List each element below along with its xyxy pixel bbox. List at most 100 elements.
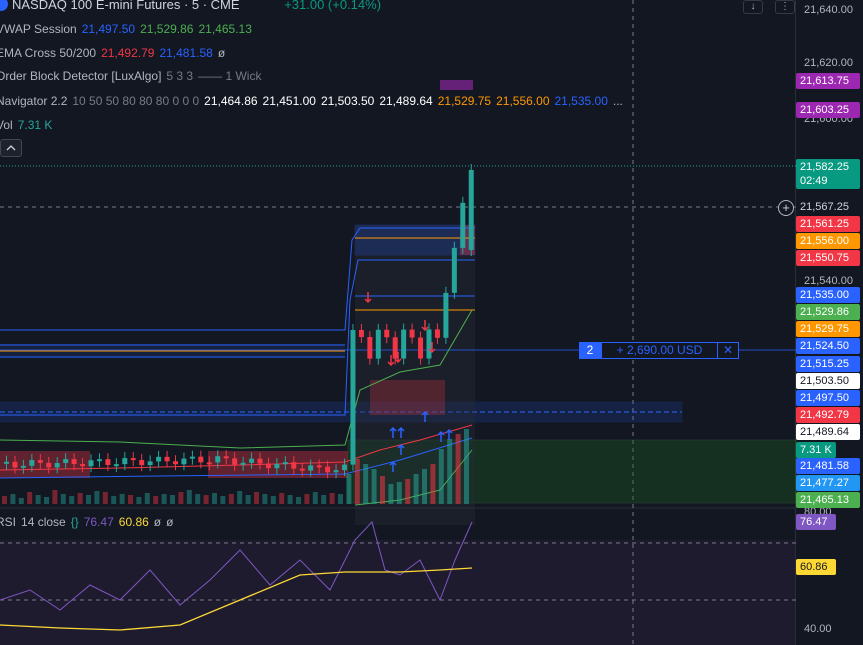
close-position-button[interactable]: ✕	[718, 342, 739, 359]
rsi-value-1: 76.47	[83, 515, 114, 529]
volume-bar	[363, 464, 369, 504]
volume-bar	[422, 469, 427, 504]
volume-bar	[111, 496, 117, 504]
candle-body	[409, 329, 415, 338]
nav-value-1: 21,464.86	[204, 94, 258, 108]
last-price-label: 21,582.25 02:49	[796, 159, 860, 189]
volume-bar	[304, 494, 310, 504]
legend-vwap[interactable]: VWAP Session 21,497.50 21,529.86 21,465.13	[0, 21, 257, 37]
volume-bar	[438, 449, 444, 504]
cme-logo-icon	[0, 0, 8, 11]
chevron-up-icon	[6, 145, 16, 151]
candle-body	[46, 462, 52, 468]
legend-rsi[interactable]: RSI 14 close {} 76.47 60.86 ø ø	[0, 514, 178, 530]
rsi-pane-bg	[0, 540, 796, 645]
candle-body	[367, 336, 373, 359]
volume-bar	[69, 496, 75, 504]
symbol-title: NASDAQ 100 E-mini Futures · 5 · CME	[12, 0, 240, 12]
volume-bar	[186, 490, 192, 504]
candle-body	[37, 460, 43, 463]
candle-body	[12, 461, 18, 468]
volume-bar	[321, 495, 327, 504]
axis-tick: 21,540.00	[804, 275, 853, 287]
candle-body	[71, 459, 77, 465]
volume-bar	[77, 493, 83, 504]
volume-bar	[279, 493, 285, 504]
candle-body	[434, 329, 440, 338]
axis-tick: 21,640.00	[804, 4, 853, 16]
candle-body	[198, 456, 204, 463]
volume-bar	[86, 495, 91, 504]
volume-bar	[18, 498, 24, 504]
vwap-value-2: 21,529.86	[140, 22, 194, 36]
candle-body	[316, 465, 322, 468]
vol-name: Vol	[0, 118, 13, 132]
order-block-zone	[440, 80, 473, 90]
nav-name: Navigator 2.2	[0, 94, 68, 108]
vwap-name: VWAP Session	[0, 22, 77, 36]
candle-body	[139, 460, 145, 466]
candle-body	[20, 465, 26, 468]
add-alert-plus-button[interactable]: +	[778, 200, 794, 216]
price-label: 21,524.50	[796, 338, 860, 354]
symbol-header[interactable]: NASDAQ 100 E-mini Futures · 5 · CME +31.…	[0, 0, 386, 13]
volume-bar	[27, 492, 33, 504]
price-label: 21,489.64	[796, 424, 860, 440]
volume-bar	[94, 491, 100, 504]
collapse-legend-button[interactable]	[0, 139, 22, 157]
rsi-name: RSI	[0, 515, 17, 529]
nav-value-4: 21,489.64	[379, 94, 433, 108]
price-label: 21,477.27	[796, 475, 860, 491]
candle-body	[113, 464, 119, 467]
nav-value-7: 21,535.00	[554, 94, 608, 108]
candle-body	[401, 329, 407, 359]
position-line[interactable]: 2 + 2,690.00 USD ✕	[579, 342, 739, 359]
candle-body	[375, 329, 381, 359]
price-label: 21,535.00	[796, 287, 860, 303]
ema-value-2: 21,481.58	[159, 46, 213, 60]
position-quantity[interactable]: 2	[579, 342, 601, 359]
volume-bar	[254, 492, 259, 504]
candle-body	[257, 458, 263, 464]
more-options-button[interactable]: ⋮	[775, 0, 795, 14]
candle-body	[4, 461, 9, 464]
candle-body	[443, 292, 449, 338]
vol-value: 7.31 K	[17, 118, 53, 132]
legend-navigator[interactable]: Navigator 2.2 10 50 50 80 80 80 0 0 0 21,4…	[0, 93, 628, 109]
legend-order-block[interactable]: Order Block Detector [LuxAlgo] 5 3 3 —— 1 …	[0, 68, 266, 84]
legend-ema-cross[interactable]: EMA Cross 50/200 21,492.79 21,481.58 ø	[0, 45, 230, 61]
candle-body	[122, 458, 128, 465]
candle-body	[418, 337, 424, 359]
price-label: 21,481.58	[796, 458, 860, 474]
rsi-label: 76.47	[796, 514, 836, 530]
volume-bar	[287, 495, 293, 504]
nav-value-6: 21,556.00	[496, 94, 550, 108]
candle-body	[392, 337, 398, 359]
legend-volume[interactable]: Vol 7.31 K	[0, 117, 57, 133]
volume-bar	[161, 494, 167, 504]
rsi-source-code-icon[interactable]: {}	[71, 515, 79, 529]
ema-value-3: ø	[217, 46, 226, 60]
scroll-down-button[interactable]: ↓	[743, 0, 763, 14]
candle-body	[173, 461, 178, 465]
price-label: 21,465.13	[796, 492, 860, 508]
volume-bar	[380, 476, 385, 504]
candle-body	[333, 470, 339, 473]
nav-value-2: 21,451.00	[262, 94, 316, 108]
price-label: 21,613.75	[796, 73, 860, 89]
volume-bar	[413, 474, 419, 504]
candle-body	[189, 456, 195, 459]
candle-body	[274, 463, 280, 469]
candle-body	[223, 456, 229, 459]
rsi-params: 14 close	[21, 515, 66, 529]
candle-body	[426, 329, 432, 359]
crosshair-price-label: 21,567.25	[796, 199, 860, 215]
volume-bar	[396, 482, 402, 504]
candle-body	[249, 458, 255, 463]
volume-bar	[329, 493, 335, 504]
candle-body	[88, 460, 94, 467]
candle-body	[96, 459, 102, 462]
volume-bar	[136, 497, 142, 504]
candle-body	[325, 466, 331, 473]
candle-body	[181, 458, 187, 465]
